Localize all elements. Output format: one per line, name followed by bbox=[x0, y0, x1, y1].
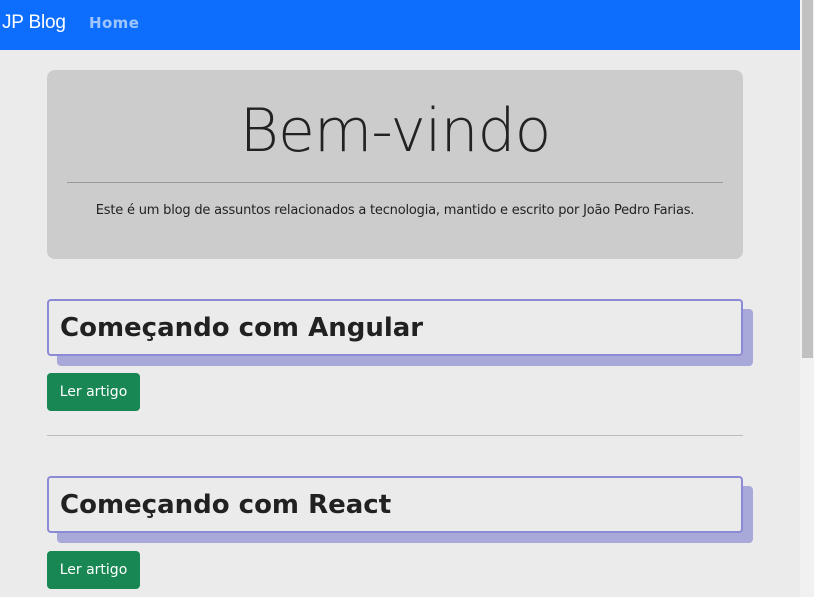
navbar: JP Blog Home bbox=[0, 0, 800, 50]
hero-title: Bem-vindo bbox=[239, 96, 552, 166]
page: JP Blog Home Bem-vindo Este é um blog de… bbox=[0, 0, 814, 597]
vertical-scrollbar[interactable] bbox=[800, 0, 814, 597]
read-article-button-react[interactable]: Ler artigo bbox=[47, 551, 140, 589]
post-title: Começando com Angular bbox=[60, 313, 424, 343]
brand-link[interactable]: JP Blog bbox=[2, 12, 66, 34]
scrollbar-thumb[interactable] bbox=[802, 0, 813, 358]
post-divider bbox=[47, 435, 743, 436]
welcome-jumbotron: Bem-vindo Este é um blog de assuntos rel… bbox=[47, 70, 743, 259]
post-card-angular: Começando com Angular bbox=[47, 299, 743, 356]
post-card-react: Começando com React bbox=[47, 476, 743, 533]
read-article-button-angular[interactable]: Ler artigo bbox=[47, 373, 140, 411]
hero-lead: Este é um blog de assuntos relacionados … bbox=[95, 203, 695, 218]
hero-divider bbox=[67, 182, 723, 183]
post-title: Começando com React bbox=[60, 490, 392, 520]
nav-link-home[interactable]: Home bbox=[89, 14, 139, 32]
